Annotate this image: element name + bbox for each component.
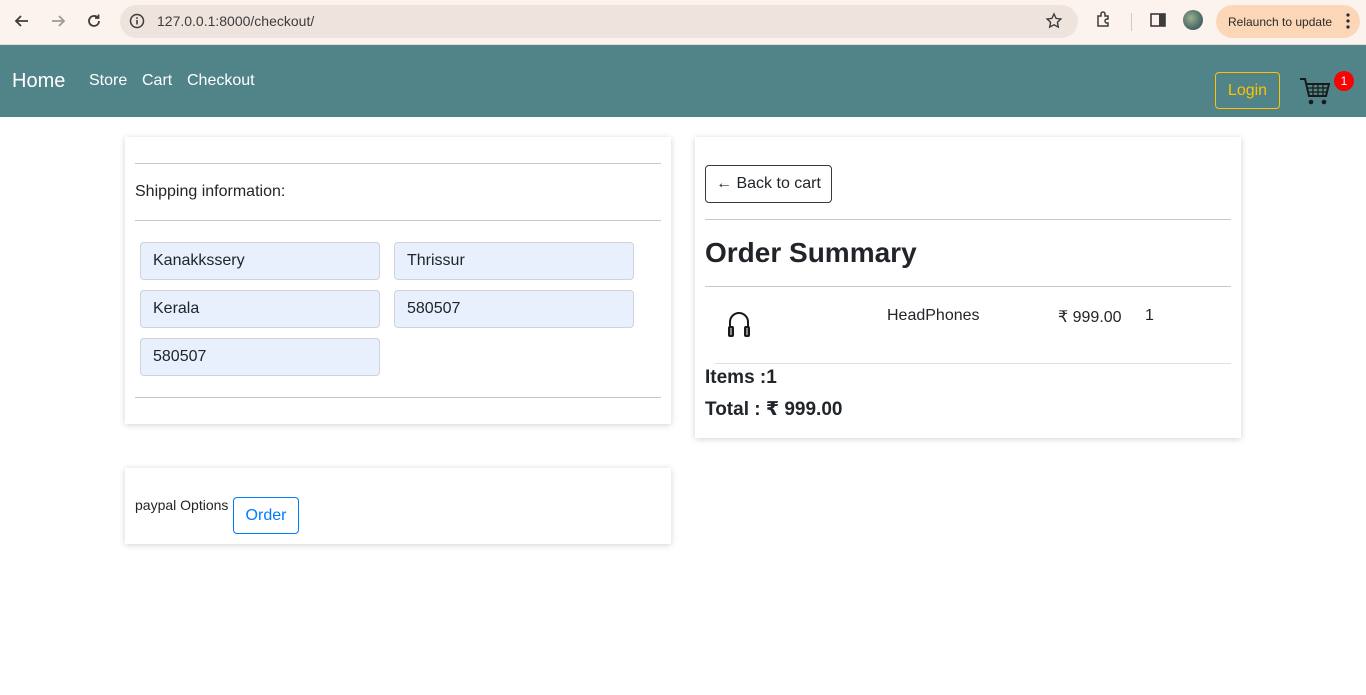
url-text[interactable]: 127.0.0.1:8000/checkout/ bbox=[157, 13, 314, 29]
profile-avatar[interactable] bbox=[1183, 10, 1203, 30]
city-field[interactable]: Thrissur bbox=[394, 242, 634, 280]
reload-icon[interactable] bbox=[82, 9, 106, 33]
country-field[interactable]: 580507 bbox=[140, 338, 380, 376]
cart-item-row: HeadPhones ₹ 999.00 1 bbox=[715, 287, 1231, 364]
item-name: HeadPhones bbox=[887, 307, 980, 324]
nav-link-store[interactable]: Store bbox=[89, 72, 127, 90]
divider bbox=[135, 220, 661, 221]
side-panel-icon[interactable] bbox=[1148, 10, 1168, 30]
divider bbox=[135, 163, 661, 164]
shopping-cart-icon[interactable] bbox=[1298, 74, 1332, 108]
item-quantity: 1 bbox=[1145, 307, 1154, 324]
extensions-puzzle-icon[interactable] bbox=[1094, 10, 1114, 30]
cart-count-badge: 1 bbox=[1334, 71, 1354, 91]
payment-card: paypal Options Order bbox=[125, 468, 671, 544]
address-bar[interactable]: 127.0.0.1:8000/checkout/ bbox=[120, 5, 1078, 38]
toolbar-divider bbox=[1131, 13, 1132, 31]
shipping-form-card: Shipping information: Kanakkssery Thriss… bbox=[125, 137, 671, 424]
order-summary-card: ← Back to cart Order Summary HeadPhones … bbox=[695, 137, 1241, 438]
headphones-icon bbox=[728, 312, 750, 337]
site-navbar: Home Store Cart Checkout Login 1 bbox=[0, 45, 1366, 117]
address-field[interactable]: Kanakkssery bbox=[140, 242, 380, 280]
order-total: Total : ₹ 999.00 bbox=[705, 399, 843, 420]
order-summary-title: Order Summary bbox=[705, 237, 917, 268]
item-price: ₹ 999.00 bbox=[1058, 309, 1122, 326]
back-to-cart-button[interactable]: ← Back to cart bbox=[705, 165, 832, 203]
order-button[interactable]: Order bbox=[233, 497, 299, 534]
shipping-info-heading: Shipping information: bbox=[135, 183, 286, 200]
nav-link-cart[interactable]: Cart bbox=[142, 72, 172, 90]
browser-toolbar: 127.0.0.1:8000/checkout/ Relaunch to upd… bbox=[0, 0, 1366, 45]
state-field[interactable]: Kerala bbox=[140, 290, 380, 328]
divider bbox=[705, 219, 1231, 220]
forward-arrow-icon[interactable] bbox=[46, 9, 70, 33]
relaunch-to-update-button[interactable]: Relaunch to update bbox=[1216, 5, 1360, 38]
more-vertical-icon[interactable] bbox=[1346, 13, 1350, 29]
items-count: Items :1 bbox=[705, 367, 777, 388]
relaunch-label: Relaunch to update bbox=[1228, 14, 1333, 29]
bookmark-star-icon[interactable] bbox=[1045, 12, 1063, 30]
divider bbox=[135, 397, 661, 398]
back-arrow-icon[interactable] bbox=[10, 9, 34, 33]
zipcode-field[interactable]: 580507 bbox=[394, 290, 634, 328]
nav-link-checkout[interactable]: Checkout bbox=[187, 72, 255, 90]
brand-home-link[interactable]: Home bbox=[12, 70, 65, 93]
paypal-options-label: paypal Options bbox=[135, 497, 229, 513]
site-info-icon[interactable] bbox=[129, 13, 145, 29]
login-button[interactable]: Login bbox=[1215, 72, 1280, 109]
